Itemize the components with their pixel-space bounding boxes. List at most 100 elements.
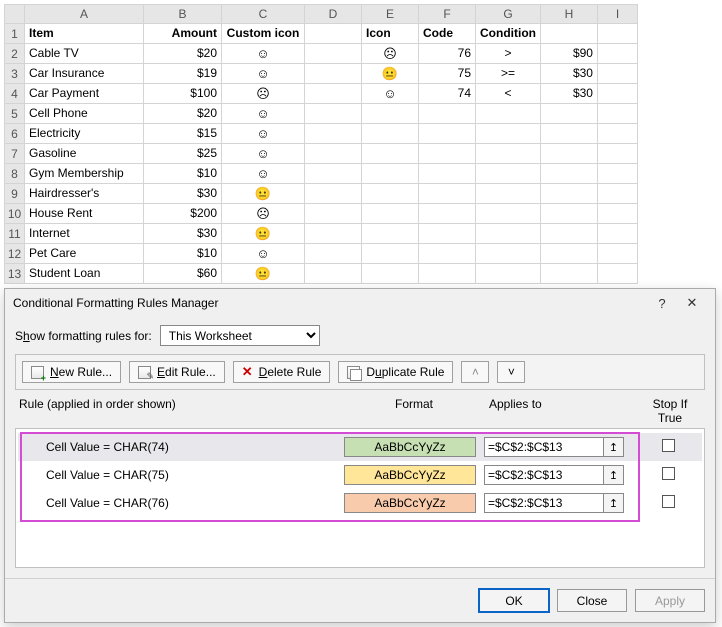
col-header-B[interactable]: B bbox=[144, 5, 222, 24]
col-header-C[interactable]: C bbox=[222, 5, 305, 24]
cell[interactable]: < bbox=[476, 84, 541, 104]
rule-row[interactable]: Cell Value = CHAR(76)AaBbCcYyZz↥ bbox=[18, 489, 702, 517]
col-header-D[interactable]: D bbox=[305, 5, 362, 24]
range-picker-icon[interactable]: ↥ bbox=[604, 437, 624, 457]
close-icon[interactable]: ✕ bbox=[677, 295, 707, 311]
cell[interactable] bbox=[305, 24, 362, 44]
cell[interactable] bbox=[305, 204, 362, 224]
row-header[interactable]: 10 bbox=[5, 204, 25, 224]
cell[interactable]: $25 bbox=[144, 144, 222, 164]
cell[interactable]: ☺ bbox=[222, 64, 305, 84]
cell[interactable]: > bbox=[476, 44, 541, 64]
cell[interactable] bbox=[362, 144, 419, 164]
cell[interactable]: $19 bbox=[144, 64, 222, 84]
row-header[interactable]: 11 bbox=[5, 224, 25, 244]
cell[interactable]: Condition bbox=[476, 24, 541, 44]
cell[interactable]: 😐 bbox=[362, 64, 419, 84]
row-header[interactable]: 12 bbox=[5, 244, 25, 264]
col-header-H[interactable]: H bbox=[540, 5, 597, 24]
table-row[interactable]: 6Electricity$15☺ bbox=[5, 124, 638, 144]
cell[interactable]: Pet Care bbox=[25, 244, 144, 264]
cell[interactable] bbox=[476, 184, 541, 204]
row-header[interactable]: 6 bbox=[5, 124, 25, 144]
col-header-F[interactable]: F bbox=[419, 5, 476, 24]
cell[interactable]: Internet bbox=[25, 224, 144, 244]
cell[interactable] bbox=[540, 204, 597, 224]
row-header[interactable]: 2 bbox=[5, 44, 25, 64]
close-button[interactable]: Close bbox=[557, 589, 627, 612]
cell[interactable]: ☹ bbox=[222, 84, 305, 104]
col-header-A[interactable]: A bbox=[25, 5, 144, 24]
cell[interactable] bbox=[597, 204, 637, 224]
cell[interactable] bbox=[305, 124, 362, 144]
applies-to-input[interactable] bbox=[484, 465, 604, 485]
cell[interactable] bbox=[419, 164, 476, 184]
cell[interactable] bbox=[476, 144, 541, 164]
cell[interactable] bbox=[362, 244, 419, 264]
cell[interactable] bbox=[419, 104, 476, 124]
ok-button[interactable]: OK bbox=[479, 589, 549, 612]
col-header-I[interactable]: I bbox=[597, 5, 637, 24]
cell[interactable] bbox=[362, 124, 419, 144]
cell[interactable]: Student Loan bbox=[25, 264, 144, 284]
cell[interactable]: Hairdresser's bbox=[25, 184, 144, 204]
cell[interactable]: Amount bbox=[144, 24, 222, 44]
show-rules-dropdown[interactable]: This Worksheet bbox=[160, 325, 320, 346]
cell[interactable] bbox=[305, 84, 362, 104]
cell[interactable] bbox=[597, 104, 637, 124]
cell[interactable] bbox=[305, 104, 362, 124]
cell[interactable] bbox=[540, 124, 597, 144]
cell[interactable] bbox=[540, 184, 597, 204]
table-row[interactable]: 9Hairdresser's$30😐 bbox=[5, 184, 638, 204]
cell[interactable] bbox=[540, 244, 597, 264]
cell[interactable] bbox=[597, 264, 637, 284]
cell[interactable] bbox=[597, 144, 637, 164]
cell[interactable] bbox=[597, 44, 637, 64]
cell[interactable] bbox=[476, 204, 541, 224]
cell[interactable]: Car Insurance bbox=[25, 64, 144, 84]
cell[interactable]: Car Payment bbox=[25, 84, 144, 104]
cell[interactable] bbox=[419, 124, 476, 144]
table-row[interactable]: 4Car Payment$100☹☺74<$30 bbox=[5, 84, 638, 104]
edit-rule-button[interactable]: Edit Rule... bbox=[129, 361, 225, 383]
cell[interactable]: >= bbox=[476, 64, 541, 84]
cell[interactable]: 😐 bbox=[222, 184, 305, 204]
cell[interactable]: ☺ bbox=[222, 244, 305, 264]
cell[interactable]: House Rent bbox=[25, 204, 144, 224]
spreadsheet-grid[interactable]: A B C D E F G H I 1ItemAmountCustom icon… bbox=[4, 4, 638, 284]
cell[interactable] bbox=[362, 104, 419, 124]
row-header[interactable]: 1 bbox=[5, 24, 25, 44]
cell[interactable] bbox=[597, 244, 637, 264]
cell[interactable] bbox=[476, 124, 541, 144]
cell[interactable]: Cable TV bbox=[25, 44, 144, 64]
cell[interactable] bbox=[540, 144, 597, 164]
row-header[interactable]: 4 bbox=[5, 84, 25, 104]
move-down-button[interactable]: ˅ bbox=[497, 361, 525, 383]
cell[interactable] bbox=[597, 64, 637, 84]
cell[interactable] bbox=[305, 44, 362, 64]
range-picker-icon[interactable]: ↥ bbox=[604, 493, 624, 513]
cell[interactable]: $30 bbox=[540, 84, 597, 104]
cell[interactable] bbox=[305, 184, 362, 204]
cell[interactable]: 76 bbox=[419, 44, 476, 64]
cell[interactable]: $30 bbox=[144, 184, 222, 204]
cell[interactable]: ☺ bbox=[222, 124, 305, 144]
cell[interactable]: $20 bbox=[144, 44, 222, 64]
cell[interactable] bbox=[305, 164, 362, 184]
cell[interactable]: Electricity bbox=[25, 124, 144, 144]
table-row[interactable]: 1ItemAmountCustom iconIconCodeCondition bbox=[5, 24, 638, 44]
cell[interactable] bbox=[419, 244, 476, 264]
cell[interactable] bbox=[476, 164, 541, 184]
cell[interactable]: Icon bbox=[362, 24, 419, 44]
cell[interactable]: $60 bbox=[144, 264, 222, 284]
cell[interactable]: $200 bbox=[144, 204, 222, 224]
cell[interactable] bbox=[476, 244, 541, 264]
cell[interactable] bbox=[540, 164, 597, 184]
applies-to-input[interactable] bbox=[484, 437, 604, 457]
cell[interactable]: ☺ bbox=[362, 84, 419, 104]
cell[interactable] bbox=[419, 144, 476, 164]
cell[interactable]: Code bbox=[419, 24, 476, 44]
cell[interactable] bbox=[597, 184, 637, 204]
cell[interactable]: ☹ bbox=[362, 44, 419, 64]
row-header[interactable]: 13 bbox=[5, 264, 25, 284]
